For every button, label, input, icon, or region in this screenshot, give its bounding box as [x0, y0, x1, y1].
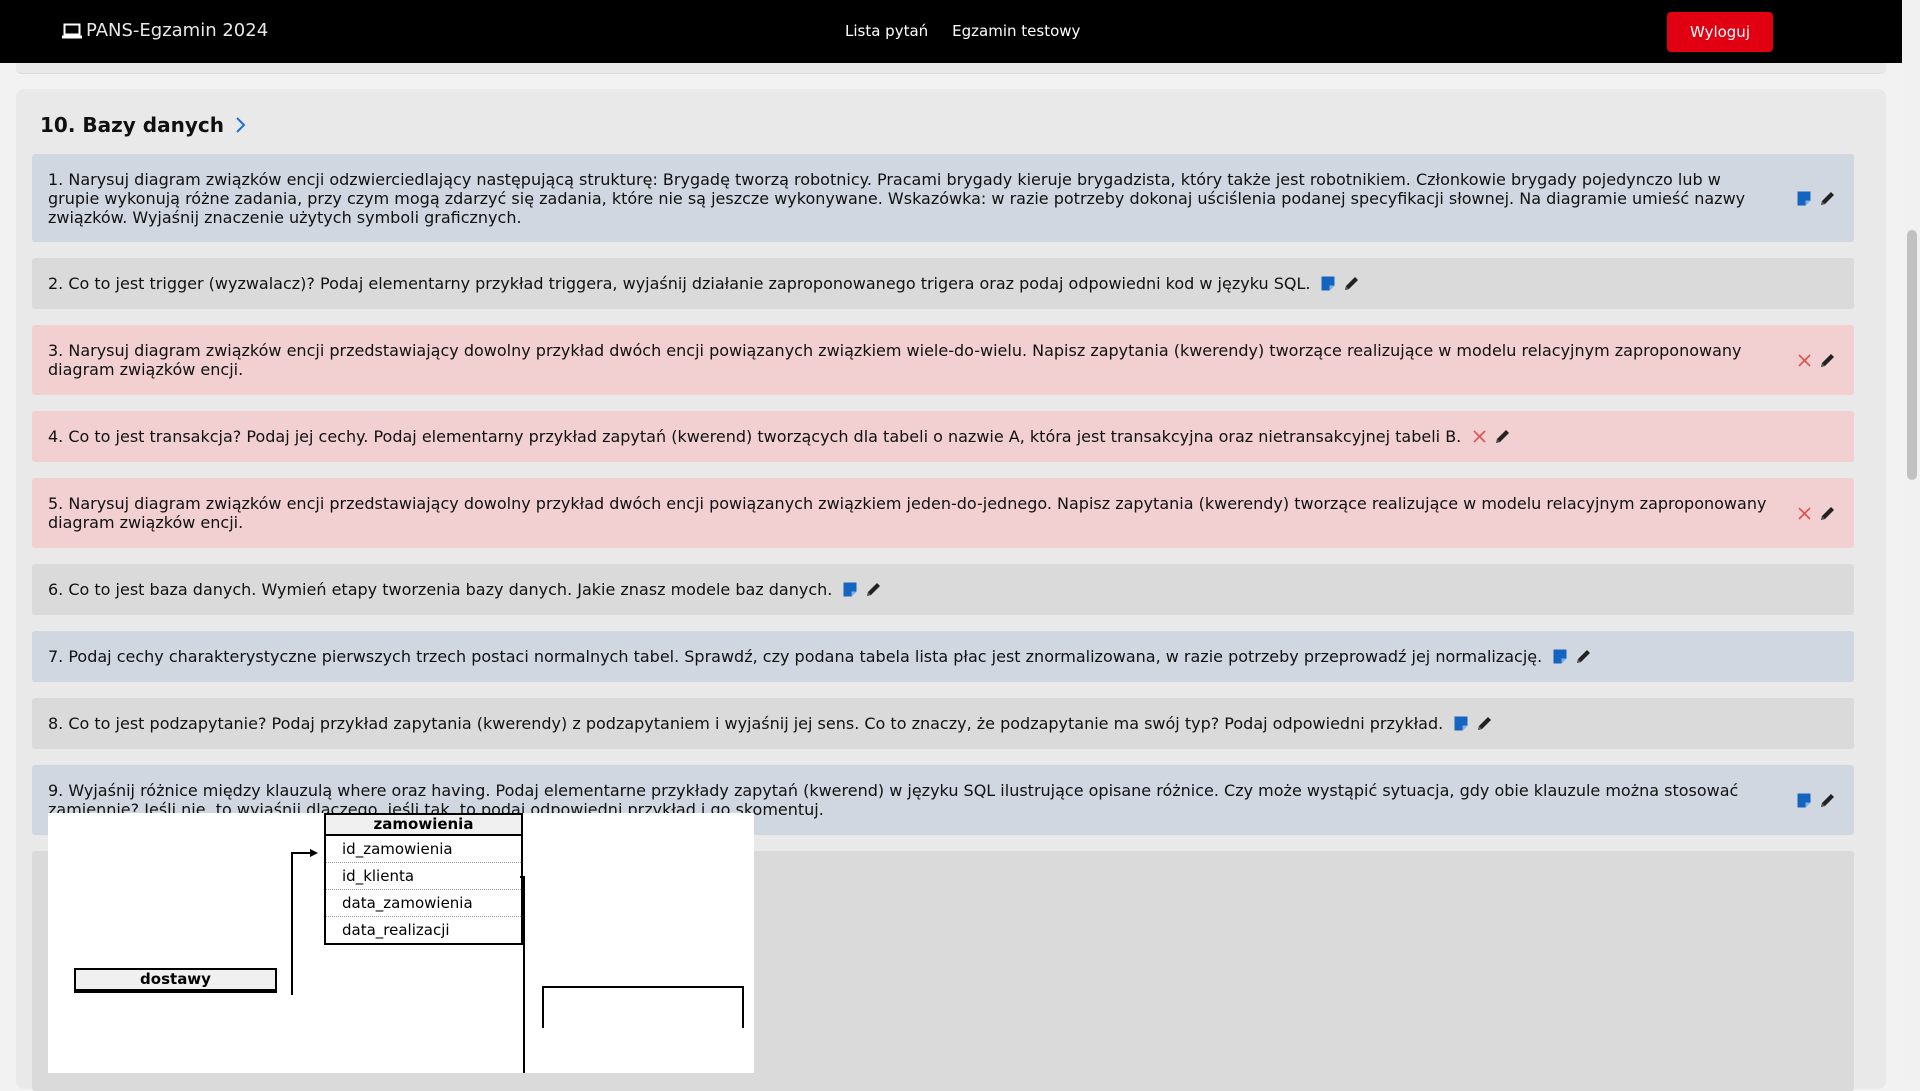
question-card: 7. Podaj cechy charakterystyczne pierwsz…: [32, 631, 1854, 682]
question-text: 8. Co to jest podzapytanie? Podaj przykł…: [48, 714, 1444, 733]
pencil-icon[interactable]: [1819, 190, 1836, 207]
pencil-icon[interactable]: [1476, 715, 1493, 732]
question-text: 1. Narysuj diagram związków encji odzwie…: [48, 169, 1746, 227]
note-icon[interactable]: [1796, 792, 1813, 809]
question-actions: [1796, 352, 1836, 369]
chevron-right-icon[interactable]: [234, 116, 246, 134]
navbar: PANS-Egzamin 2024 Lista pytań Egzamin te…: [0, 0, 1902, 63]
note-icon[interactable]: [1796, 190, 1813, 207]
question-actions: [1796, 505, 1836, 522]
pencil-icon[interactable]: [1819, 505, 1836, 522]
question-actions: [1796, 792, 1836, 809]
question-text: 5. Narysuj diagram związków encji przeds…: [48, 494, 1767, 532]
question-card: 4. Co to jest transakcja? Podaj jej cech…: [32, 411, 1854, 462]
question-10-diagram: zamowienia id_zamowienia id_klienta data…: [48, 813, 754, 1073]
pencil-icon[interactable]: [1819, 792, 1836, 809]
nav-link-test-exam[interactable]: Egzamin testowy: [952, 22, 1080, 40]
question-card: 2. Co to jest trigger (wyzwalacz)? Podaj…: [32, 258, 1854, 309]
brand-title: PANS-Egzamin 2024: [86, 20, 269, 41]
question-text: 3. Narysuj diagram związków encji przeds…: [48, 341, 1742, 379]
pencil-icon[interactable]: [1343, 275, 1360, 292]
section-title[interactable]: 10. Bazy danych: [40, 113, 246, 137]
note-icon[interactable]: [1453, 715, 1470, 732]
brand[interactable]: PANS-Egzamin 2024: [62, 20, 268, 41]
question-actions: [1796, 190, 1836, 207]
diagram-relations: [291, 849, 525, 1073]
previous-section-card: [16, 63, 1886, 74]
close-icon[interactable]: [1796, 505, 1813, 522]
question-actions: [1453, 715, 1493, 732]
scrollbar[interactable]: [1904, 0, 1920, 1080]
question-actions: [1320, 275, 1360, 292]
pencil-icon[interactable]: [1494, 428, 1511, 445]
pencil-icon[interactable]: [865, 581, 882, 598]
question-actions: [1471, 428, 1511, 445]
question-card: 6. Co to jest baza danych. Wymień etapy …: [32, 564, 1854, 615]
pencil-icon[interactable]: [1575, 648, 1592, 665]
nav-link-question-list[interactable]: Lista pytań: [845, 22, 928, 40]
note-icon[interactable]: [1320, 275, 1337, 292]
question-card: 1. Narysuj diagram związków encji odzwie…: [32, 154, 1854, 242]
question-text: 7. Podaj cechy charakterystyczne pierwsz…: [48, 647, 1543, 666]
logout-button[interactable]: Wyloguj: [1667, 12, 1773, 52]
section-title-text: 10. Bazy danych: [40, 113, 224, 137]
close-icon[interactable]: [1796, 352, 1813, 369]
note-icon[interactable]: [842, 581, 859, 598]
question-actions: [842, 581, 882, 598]
question-text: 6. Co to jest baza danych. Wymień etapy …: [48, 580, 833, 599]
question-text: 2. Co to jest trigger (wyzwalacz)? Podaj…: [48, 274, 1311, 293]
question-actions: [1552, 648, 1592, 665]
pencil-icon[interactable]: [1819, 352, 1836, 369]
laptop-icon: [62, 23, 82, 38]
scrollbar-thumb[interactable]: [1907, 230, 1917, 480]
question-card: 5. Narysuj diagram związków encji przeds…: [32, 478, 1854, 548]
question-card: 3. Narysuj diagram związków encji przeds…: [32, 325, 1854, 395]
close-icon[interactable]: [1471, 428, 1488, 445]
question-text: 4. Co to jest transakcja? Podaj jej cech…: [48, 427, 1462, 446]
note-icon[interactable]: [1552, 648, 1569, 665]
question-card: 8. Co to jest podzapytanie? Podaj przykł…: [32, 698, 1854, 749]
